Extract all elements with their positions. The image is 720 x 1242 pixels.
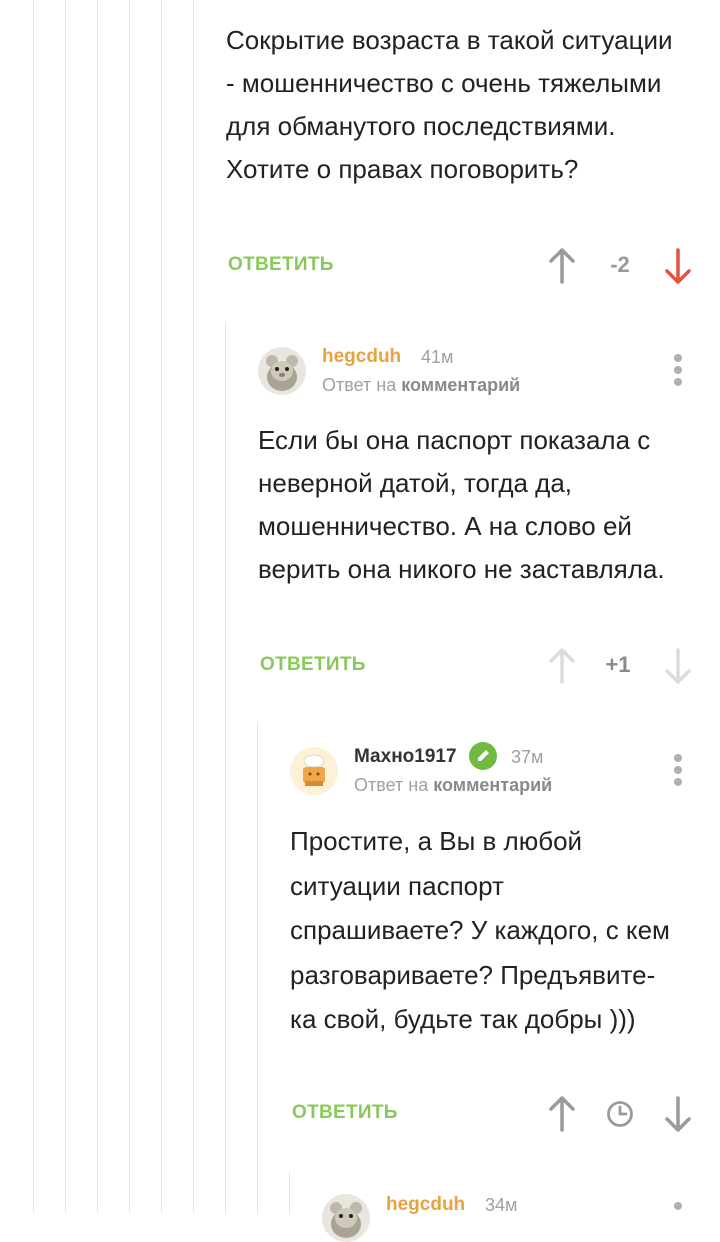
more-dots-icon [674,354,682,362]
comment-time: 41м [421,347,454,367]
thread-line-3 [97,0,98,1213]
author-name[interactable]: Махно1917 [354,746,457,768]
upvote-button[interactable] [544,646,580,686]
avatar[interactable] [258,347,306,395]
arrow-up-icon [549,648,575,684]
reply-to: Ответ на комментарий [354,775,552,796]
thread-line-4 [129,0,130,1213]
rating-hidden [602,1094,638,1134]
rating-count: +1 [605,652,631,677]
upvote-button[interactable] [544,246,580,286]
rating-count: -2 [610,252,630,277]
arrow-down-icon [665,648,691,684]
more-options-button[interactable] [668,1198,688,1238]
arrow-down-icon [665,248,691,284]
reply-to-link[interactable]: комментарий [433,775,552,795]
arrow-down-icon [665,1096,691,1132]
reply-button[interactable]: ОТВЕТИТЬ [292,1102,398,1124]
reply-button[interactable]: ОТВЕТИТЬ [260,654,366,676]
avatar[interactable] [290,747,338,795]
downvote-button[interactable] [660,1094,696,1134]
reply-to-prefix: Ответ на [322,375,397,395]
reply-to-link[interactable]: комментарий [401,375,520,395]
more-dots-icon [674,754,682,762]
thread-line-9 [289,1172,290,1213]
thread-line-6 [193,0,194,1213]
author-name[interactable]: hegcduh [322,346,401,368]
arrow-up-icon [549,1096,575,1132]
comment-text: Если бы она паспорт показала с неверной … [258,425,665,584]
arrow-up-icon [549,248,575,284]
more-dots-icon [674,1202,682,1210]
thread-line-8 [257,723,258,1213]
comment-text: Сокрытие возраста в такой ситуации - мош… [226,25,673,184]
thread-line-1 [33,0,34,1213]
comment-time: 37м [511,747,544,767]
reply-button[interactable]: ОТВЕТИТЬ [228,254,334,276]
comment-text: Простите, а Вы в любой ситуации паспорт … [290,826,670,1034]
more-options-button[interactable] [668,350,688,390]
reply-to: Ответ на комментарий [322,375,520,396]
thread-line-7 [225,323,226,1213]
downvote-button[interactable] [660,246,696,286]
upvote-button[interactable] [544,1094,580,1134]
clock-icon [607,1101,633,1127]
more-options-button[interactable] [668,750,688,790]
thread-line-2 [65,0,66,1213]
avatar[interactable] [322,1194,370,1242]
pencil-badge-icon [469,742,497,770]
thread-line-5 [161,0,162,1213]
downvote-button[interactable] [660,646,696,686]
reply-to-prefix: Ответ на [354,775,429,795]
